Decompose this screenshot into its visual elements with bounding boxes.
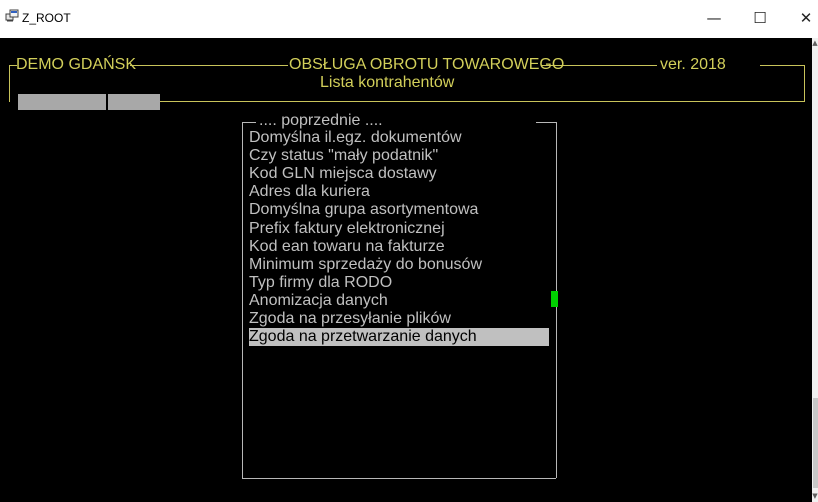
menu-frame-top-right [536,122,556,123]
menu-frame-bottom [242,478,556,479]
status-number-field: 30110 [108,94,160,126]
header-frame-left [9,65,10,102]
menu-previous-page[interactable]: .... poprzednie .... [259,112,383,130]
menu-item[interactable]: Kod ean towaru na fakturze [249,238,445,256]
menu-item[interactable]: Zgoda na przesyłanie plików [249,310,451,328]
minimize-button[interactable]: — [696,0,732,36]
status-code: 1IM [79,109,106,126]
menu-frame-left [242,122,243,478]
module-title: OBSŁUGA OBROTU TOWAROWEGO [289,56,565,73]
menu-item[interactable]: Adres dla kuriera [249,183,370,201]
company-name: DEMO GDAŃSK [16,56,137,73]
header-frame-top [760,65,804,66]
header-frame-top [130,65,288,66]
scroll-thumb[interactable] [813,398,818,488]
close-button[interactable]: ✕ [788,0,818,36]
menu-item[interactable]: Zgoda na przetwarzanie danych [249,328,549,346]
menu-item[interactable]: Domyślna grupa asortymentowa [249,201,478,219]
program-icon [5,9,19,22]
menu-item[interactable]: Domyślna il.egz. dokumentów [249,129,462,147]
window-title: Z_ROOT [22,11,71,25]
scroll-down-arrow-icon[interactable]: ▼ [812,492,818,500]
text-cursor [551,291,558,307]
screen-title: Lista kontrahentów [320,74,455,91]
menu-item[interactable]: Anomizacja danych [249,292,388,310]
maximize-button[interactable]: ☐ [742,0,778,36]
menu-item[interactable]: Minimum sprzedaży do bonusów [249,256,482,274]
header-frame-bottom [160,101,804,102]
menu-item[interactable]: Czy status "mały podatnik" [249,147,438,165]
status-code-field: 1IM [18,94,106,126]
menu-item[interactable]: Kod GLN miejsca dostawy [249,165,437,183]
header-frame-right [804,65,805,102]
menu-item[interactable]: Typ firmy dla RODO [249,274,392,292]
status-number: 30110 [116,109,161,126]
version-label: ver. 2018 [660,56,726,73]
scroll-up-arrow-icon[interactable]: ▲ [812,40,818,47]
window-title-bar[interactable]: Z_ROOT — ☐ ✕ [0,0,818,38]
menu-frame-top-left [242,122,256,123]
menu-item[interactable]: Prefix faktury elektronicznej [249,220,445,238]
